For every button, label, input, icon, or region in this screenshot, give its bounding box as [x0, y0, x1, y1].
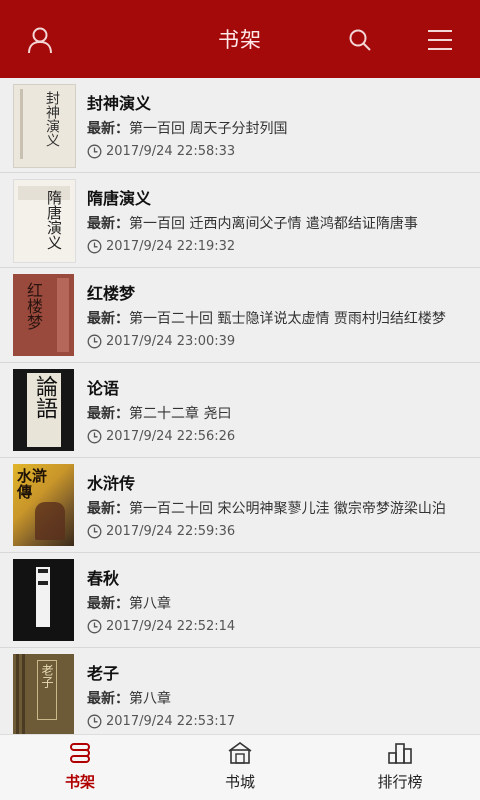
book-row[interactable]: 水滸傳 水浒传 最新：第一百二十回 宋公明神聚蓼儿洼 徽宗帝梦游梁山泊 2017…: [0, 458, 480, 553]
book-title: 论语: [87, 379, 120, 398]
menu-icon: [428, 30, 452, 50]
book-cover: 論語: [13, 369, 74, 451]
clock-icon: [87, 524, 102, 539]
book-title: 老子: [87, 664, 120, 683]
book-cover: 隋唐演义: [13, 179, 76, 263]
book-title: 红楼梦: [87, 284, 136, 303]
latest-chapter-text: 第八章: [129, 691, 171, 707]
update-time-text: 2017/9/24 22:53:17: [106, 714, 236, 729]
latest-chapter-text: 第一百回 迁西内离间父子情 遣鸿都结证隋唐事: [129, 216, 418, 232]
latest-label: 最新：: [87, 121, 129, 137]
update-time: 2017/9/24 22:58:33: [87, 144, 235, 159]
book-row[interactable]: 红楼梦 红楼梦 最新：第一百二十回 甄士隐详说太虚情 贾雨村归结红楼梦 2017…: [0, 268, 480, 363]
book-title: 隋唐演义: [87, 189, 152, 208]
book-cover: 红楼梦: [13, 274, 74, 356]
latest-chapter: 最新：第一百二十回 甄士隐详说太虚情 贾雨村归结红楼梦: [87, 308, 446, 328]
update-time: 2017/9/24 23:00:39: [87, 334, 235, 349]
update-time-text: 2017/9/24 22:58:33: [106, 144, 236, 159]
tab-ranking[interactable]: 排行榜: [350, 741, 450, 797]
update-time-text: 2017/9/24 22:19:32: [106, 239, 236, 254]
clock-icon: [87, 334, 102, 349]
book-row[interactable]: 老子 老子 最新：第八章 2017/9/24 22:53:17: [0, 648, 480, 735]
book-title: 春秋: [87, 569, 120, 588]
tab-bookstore-label: 书城: [224, 773, 255, 791]
latest-chapter: 最新：第八章: [87, 593, 171, 613]
book-row[interactable]: 封神演义 封神演义 最新：第一百回 周天子分封列国 2017/9/24 22:5…: [0, 78, 480, 173]
book-cover: 封神演义: [13, 84, 76, 168]
latest-chapter-text: 第一百二十回 甄士隐详说太虚情 贾雨村归结红楼梦: [129, 311, 446, 327]
tab-ranking-label: 排行榜: [377, 773, 423, 791]
book-row[interactable]: 論語 论语 最新：第二十二章 尧曰 2017/9/24 22:56:26: [0, 363, 480, 458]
tab-bookstore[interactable]: 书城: [190, 741, 290, 797]
tab-bookshelf-label: 书架: [64, 773, 95, 791]
clock-icon: [87, 144, 102, 159]
latest-label: 最新：: [87, 596, 129, 612]
ranking-icon: [388, 743, 412, 764]
update-time-text: 2017/9/24 23:00:39: [106, 334, 236, 349]
header-bar: 书架: [0, 0, 480, 78]
bookshelf-list: 封神演义 封神演义 最新：第一百回 周天子分封列国 2017/9/24 22:5…: [0, 78, 480, 735]
book-title: 水浒传: [87, 474, 136, 493]
app: 书架 封神演义 封神演义 最新：第一百回 周天子分封列国 2017/9/24 2…: [0, 0, 480, 800]
update-time: 2017/9/24 22:52:14: [87, 619, 235, 634]
clock-icon: [87, 619, 102, 634]
latest-chapter-text: 第一百回 周天子分封列国: [129, 121, 288, 137]
latest-chapter-text: 第一百二十回 宋公明神聚蓼儿洼 徽宗帝梦游梁山泊: [129, 501, 446, 517]
latest-label: 最新：: [87, 311, 129, 327]
bottom-tab-bar: 书架 书城 排行榜: [0, 734, 480, 800]
search-button[interactable]: [342, 22, 378, 58]
book-cover: [13, 559, 74, 641]
update-time: 2017/9/24 22:56:26: [87, 429, 235, 444]
update-time: 2017/9/24 22:19:32: [87, 239, 235, 254]
book-title: 封神演义: [87, 94, 152, 113]
latest-label: 最新：: [87, 501, 129, 517]
update-time-text: 2017/9/24 22:52:14: [106, 619, 236, 634]
search-icon: [349, 29, 371, 51]
latest-chapter: 最新：第一百回 迁西内离间父子情 遣鸿都结证隋唐事: [87, 213, 418, 233]
clock-icon: [87, 239, 102, 254]
update-time-text: 2017/9/24 22:59:36: [106, 524, 236, 539]
update-time: 2017/9/24 22:59:36: [87, 524, 235, 539]
book-row[interactable]: 春秋 最新：第八章 2017/9/24 22:52:14: [0, 553, 480, 648]
latest-chapter: 最新：第一百二十回 宋公明神聚蓼儿洼 徽宗帝梦游梁山泊: [87, 498, 446, 518]
latest-chapter: 最新：第一百回 周天子分封列国: [87, 118, 287, 138]
latest-label: 最新：: [87, 691, 129, 707]
update-time: 2017/9/24 22:53:17: [87, 714, 235, 729]
book-row[interactable]: 隋唐演义 隋唐演义 最新：第一百回 迁西内离间父子情 遣鸿都结证隋唐事 2017…: [0, 173, 480, 268]
page-title: 书架: [218, 28, 262, 52]
latest-chapter: 最新：第二十二章 尧曰: [87, 403, 231, 423]
book-cover: 老子: [13, 654, 74, 735]
clock-icon: [87, 429, 102, 444]
latest-chapter-text: 第二十二章 尧曰: [129, 406, 232, 422]
latest-chapter: 最新：第八章: [87, 688, 171, 708]
update-time-text: 2017/9/24 22:56:26: [106, 429, 236, 444]
menu-button[interactable]: [422, 22, 458, 58]
latest-label: 最新：: [87, 406, 129, 422]
latest-label: 最新：: [87, 216, 129, 232]
bookshelf-icon: [70, 743, 90, 763]
book-cover: 水滸傳: [13, 464, 74, 546]
tab-bookshelf[interactable]: 书架: [30, 741, 130, 797]
bookstore-icon: [228, 742, 252, 764]
clock-icon: [87, 714, 102, 729]
latest-chapter-text: 第八章: [129, 596, 171, 612]
